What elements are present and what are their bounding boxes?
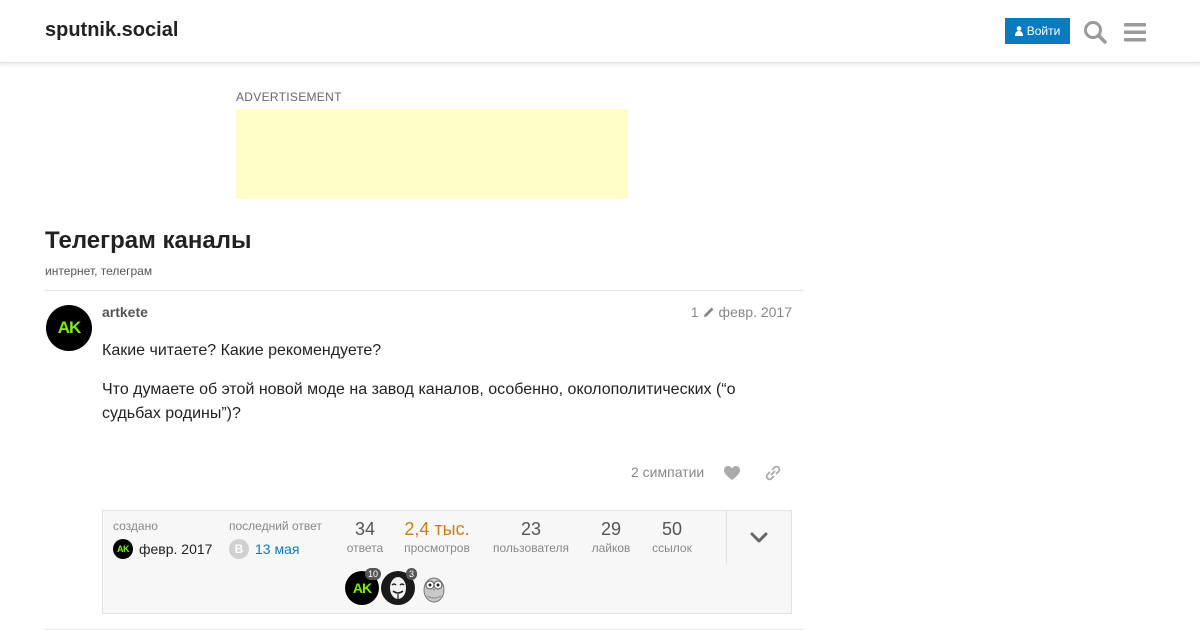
search-icon: [1084, 21, 1107, 44]
mask-icon: [390, 577, 406, 599]
stat-number: 2,4 тыс.: [404, 519, 470, 539]
participant-avatar[interactable]: [417, 571, 451, 605]
search-button[interactable]: [1082, 19, 1108, 45]
link-icon: [765, 465, 781, 481]
created-date[interactable]: февр. 2017: [139, 541, 212, 557]
participants: AK 10 3: [345, 568, 451, 605]
edit-count[interactable]: 1: [691, 304, 699, 320]
topic-tags: интернет, телеграм: [45, 264, 152, 278]
post-username[interactable]: artkete: [102, 304, 148, 320]
tag-link[interactable]: интернет: [45, 264, 94, 278]
divider: [45, 290, 803, 291]
participant-initials: AK: [352, 580, 372, 596]
stat-links: 50 ссылок: [647, 519, 697, 555]
post-paragraph: Какие читаете? Какие рекомендуете?: [102, 342, 382, 359]
user-icon: [1014, 26, 1023, 36]
created-label: создано: [113, 519, 158, 533]
stat-users: 23 пользователя: [487, 519, 575, 555]
topic-title[interactable]: Телеграм каналы: [45, 227, 251, 255]
participant-post-count: 10: [364, 568, 381, 580]
avatar[interactable]: AK: [46, 305, 92, 351]
site-title[interactable]: sputnik.social: [45, 19, 178, 42]
site-header: sputnik.social Войти: [0, 0, 1200, 63]
share-link-button[interactable]: [762, 462, 784, 484]
post-paragraph: Что думаете об этой новой моде на завод …: [102, 381, 736, 422]
hamburger-menu-icon: [1124, 23, 1146, 42]
participant-avatar[interactable]: 3: [381, 568, 417, 605]
stat-label: лайков: [591, 541, 631, 555]
stat-number: 29: [600, 519, 622, 539]
stat-number: 50: [661, 519, 683, 539]
chevron-down-icon: [750, 532, 768, 543]
last-reply-label: последний ответ: [229, 519, 322, 533]
avatar[interactable]: AK: [113, 539, 133, 559]
likes-count[interactable]: 2 симпатии: [631, 464, 704, 480]
divider: [726, 511, 727, 564]
stat-views: 2,4 тыс. просмотров: [399, 519, 475, 555]
login-button-label: Войти: [1026, 24, 1061, 38]
hamburger-menu-button[interactable]: [1122, 19, 1148, 45]
post-meta: 1 февр. 2017: [691, 304, 792, 320]
created-info: создано AK февр. 2017: [113, 519, 212, 559]
participant-post-count: 3: [405, 568, 417, 580]
last-reply-info: последний ответ B 13 мая: [229, 519, 322, 559]
last-reply-date[interactable]: 13 мая: [255, 541, 299, 557]
stat-number: 23: [520, 519, 542, 539]
tag-link[interactable]: телеграм: [101, 264, 152, 278]
owl-icon: [423, 577, 445, 603]
avatar[interactable]: B: [229, 539, 249, 559]
ad-banner[interactable]: [236, 109, 628, 199]
stat-likes: 29 лайков: [587, 519, 635, 555]
heart-icon: [724, 466, 740, 480]
stat-label: ответа: [346, 541, 384, 555]
topic-map: создано AK февр. 2017 последний ответ B …: [102, 510, 792, 614]
participant-avatar[interactable]: AK 10: [345, 568, 381, 605]
post-date[interactable]: февр. 2017: [719, 304, 792, 320]
avatar-initials: AK: [57, 318, 82, 337]
stat-replies: 34 ответа: [339, 519, 391, 555]
pencil-icon[interactable]: [703, 306, 715, 318]
stat-label: просмотров: [404, 541, 470, 555]
tag-separator: ,: [94, 264, 101, 278]
login-button[interactable]: Войти: [1005, 18, 1070, 44]
ad-label: ADVERTISEMENT: [236, 90, 342, 104]
stat-label: ссылок: [652, 541, 692, 555]
expand-topic-map-button[interactable]: [748, 527, 770, 549]
stat-label: пользователя: [493, 541, 569, 555]
post-body: Какие читаете? Какие рекомендуете? Что д…: [102, 339, 782, 441]
like-button[interactable]: [721, 462, 743, 484]
stat-number: 34: [354, 519, 376, 539]
